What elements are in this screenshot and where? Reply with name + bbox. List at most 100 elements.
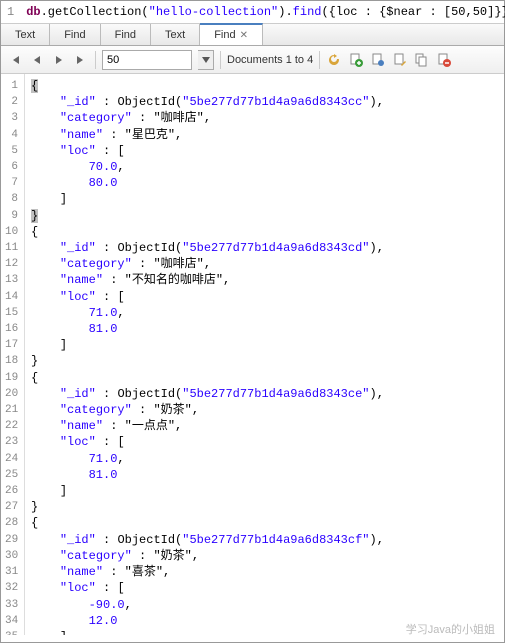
code-line: ]: [31, 629, 384, 635]
json-result-view[interactable]: { "_id" : ObjectId("5be277d77b1d4a9a6d83…: [25, 74, 390, 635]
page-size-dropdown[interactable]: [198, 50, 214, 70]
result-editor: 1234567891011121314151617181920212223242…: [1, 74, 504, 635]
line-number: 12: [5, 256, 20, 272]
code-line: }: [31, 208, 384, 224]
code-line: "loc" : [: [31, 143, 384, 159]
tab-label: Find: [64, 29, 85, 41]
line-number: 4: [5, 127, 20, 143]
page-size-input[interactable]: [102, 50, 192, 70]
query-token-collection-name: "hello-collection": [149, 5, 279, 19]
line-number: 35: [5, 629, 20, 635]
code-line: "name" : "喜茶",: [31, 564, 384, 580]
code-line: "category" : "咖啡店",: [31, 110, 384, 126]
query-token-getcollection: .getCollection(: [41, 5, 149, 19]
line-number: 27: [5, 499, 20, 515]
line-number: 15: [5, 305, 20, 321]
code-line: 80.0: [31, 175, 384, 191]
view-document-icon[interactable]: [370, 52, 386, 68]
toolbar-separator: [95, 51, 96, 69]
code-line: "_id" : ObjectId("5be277d77b1d4a9a6d8343…: [31, 240, 384, 256]
tab-text-1[interactable]: Text: [1, 24, 50, 45]
results-toolbar: Documents 1 to 4: [1, 46, 504, 74]
tab-text-2[interactable]: Text: [151, 24, 200, 45]
code-line: "loc" : [: [31, 289, 384, 305]
code-line: "_id" : ObjectId("5be277d77b1d4a9a6d8343…: [31, 94, 384, 110]
line-number: 32: [5, 580, 20, 596]
toolbar-separator: [319, 51, 320, 69]
refresh-icon[interactable]: [326, 52, 342, 68]
tab-find-active[interactable]: Find ✕: [200, 23, 263, 45]
code-line: "loc" : [: [31, 434, 384, 450]
code-line: 81.0: [31, 321, 384, 337]
line-number: 30: [5, 548, 20, 564]
code-line: {: [31, 370, 384, 386]
code-line: {: [31, 78, 384, 94]
line-number: 7: [5, 175, 20, 191]
line-number: 18: [5, 353, 20, 369]
code-line: "category" : "奶茶",: [31, 402, 384, 418]
line-number: 23: [5, 434, 20, 450]
line-number: 29: [5, 532, 20, 548]
add-document-icon[interactable]: [348, 52, 364, 68]
line-number: 1: [5, 78, 20, 94]
result-tabs: Text Find Find Text Find ✕: [1, 24, 504, 46]
line-number: 34: [5, 613, 20, 629]
code-line: "category" : "咖啡店",: [31, 256, 384, 272]
code-line: "name" : "星巴克",: [31, 127, 384, 143]
delete-document-icon[interactable]: [436, 52, 452, 68]
code-line: "loc" : [: [31, 580, 384, 596]
code-line: }: [31, 499, 384, 515]
tab-label: Text: [15, 29, 35, 41]
code-line: ]: [31, 337, 384, 353]
first-page-button[interactable]: [7, 52, 23, 68]
line-number: 6: [5, 159, 20, 175]
code-line: "category" : "奶茶",: [31, 548, 384, 564]
last-page-button[interactable]: [73, 52, 89, 68]
code-line: 12.0: [31, 613, 384, 629]
toolbar-separator: [220, 51, 221, 69]
code-line: 70.0,: [31, 159, 384, 175]
tab-label: Find: [214, 29, 235, 41]
close-icon[interactable]: ✕: [240, 30, 248, 41]
tab-label: Find: [115, 29, 136, 41]
next-page-button[interactable]: [51, 52, 67, 68]
copy-document-icon[interactable]: [414, 52, 430, 68]
line-number: 33: [5, 597, 20, 613]
line-number: 19: [5, 370, 20, 386]
line-number: 17: [5, 337, 20, 353]
query-token-args: ({loc : {$near : [50,50]}});: [321, 5, 505, 19]
line-number: 16: [5, 321, 20, 337]
line-number: 28: [5, 515, 20, 531]
line-number: 26: [5, 483, 20, 499]
line-number: 14: [5, 289, 20, 305]
query-line-number: 1: [7, 5, 19, 19]
query-bar: 1 db.getCollection("hello-collection").f…: [1, 1, 504, 24]
tab-find-1[interactable]: Find: [50, 24, 100, 45]
document-range-label: Documents 1 to 4: [227, 54, 313, 66]
code-line: ]: [31, 483, 384, 499]
tab-label: Text: [165, 29, 185, 41]
line-number: 3: [5, 110, 20, 126]
line-number: 31: [5, 564, 20, 580]
line-number: 11: [5, 240, 20, 256]
line-number: 5: [5, 143, 20, 159]
line-number-gutter: 1234567891011121314151617181920212223242…: [1, 74, 25, 635]
query-token-db: db: [26, 5, 40, 19]
code-line: 71.0,: [31, 305, 384, 321]
code-line: 81.0: [31, 467, 384, 483]
query-token-find: find: [293, 5, 322, 19]
tab-find-2[interactable]: Find: [101, 24, 151, 45]
prev-page-button[interactable]: [29, 52, 45, 68]
code-line: -90.0,: [31, 597, 384, 613]
code-line: 71.0,: [31, 451, 384, 467]
line-number: 13: [5, 272, 20, 288]
edit-document-icon[interactable]: [392, 52, 408, 68]
query-token-close: ).: [278, 5, 292, 19]
code-line: "_id" : ObjectId("5be277d77b1d4a9a6d8343…: [31, 532, 384, 548]
line-number: 20: [5, 386, 20, 402]
line-number: 10: [5, 224, 20, 240]
code-line: {: [31, 224, 384, 240]
line-number: 9: [5, 208, 20, 224]
line-number: 25: [5, 467, 20, 483]
line-number: 2: [5, 94, 20, 110]
